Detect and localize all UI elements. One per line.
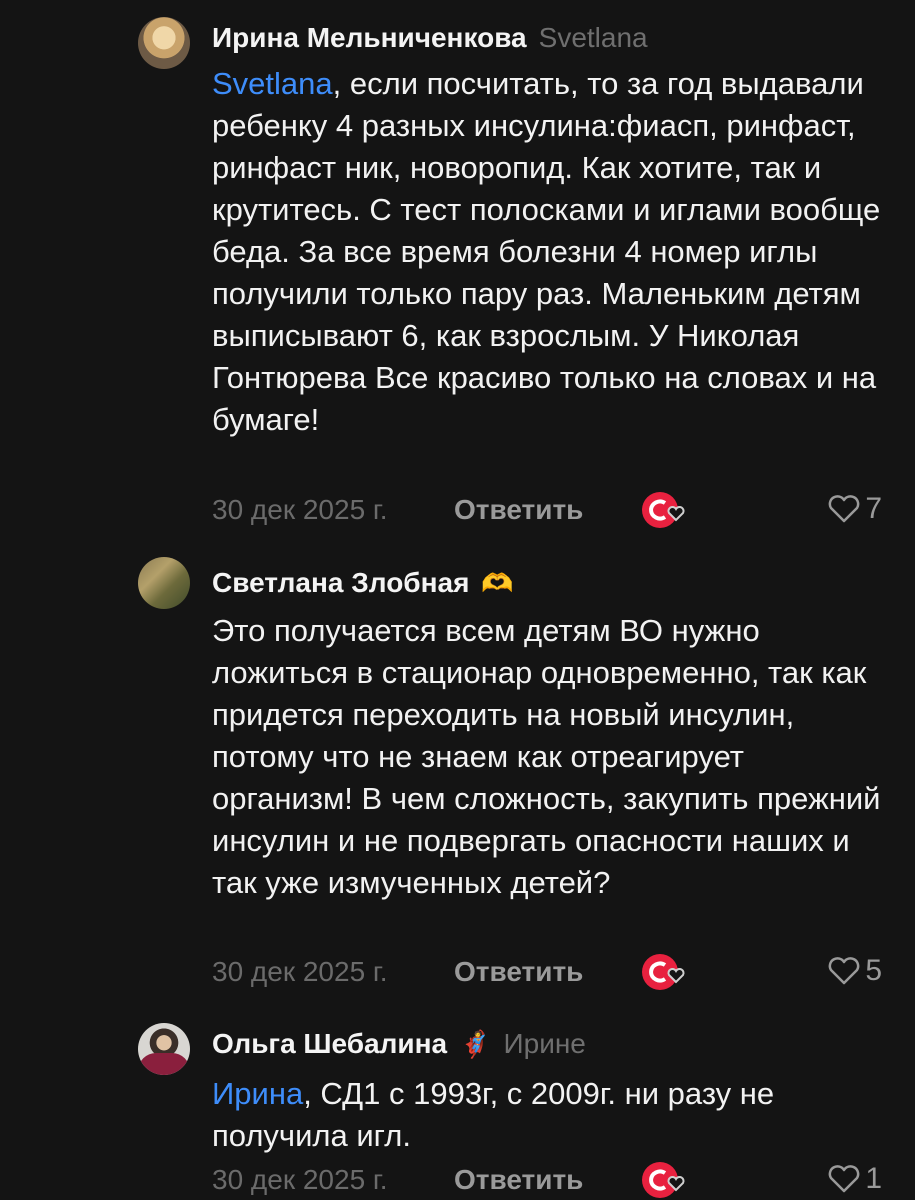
comment-meta: 30 дек 2025 г. Ответить 5 <box>212 952 892 992</box>
comment-meta: 30 дек 2025 г. Ответить 7 <box>212 490 892 530</box>
author-emoji: 🦸 <box>459 1029 492 1059</box>
comment-meta: 30 дек 2025 г. Ответить 1 <box>212 1160 892 1200</box>
reply-button[interactable]: Ответить <box>454 494 583 526</box>
reaction-badge-icon[interactable] <box>640 1160 688 1200</box>
comment-text: Svetlana, если посчитать, то за год выда… <box>212 63 892 441</box>
reaction-badge-icon[interactable] <box>640 490 688 530</box>
comment-header: Ольга Шебалина 🦸 Ирине <box>212 1026 586 1062</box>
heart-outline-icon <box>828 957 860 985</box>
reaction-badge-icon[interactable] <box>640 952 688 992</box>
reply-to-name[interactable]: Svetlana <box>539 22 648 54</box>
comment-date: 30 дек 2025 г. <box>212 1164 388 1195</box>
mention-link[interactable]: Svetlana <box>212 66 333 101</box>
heart-outline-icon <box>828 495 860 523</box>
author-emoji: 🫶 <box>481 568 514 598</box>
comment-text: Ирина, СД1 с 1993г, с 2009г. ни разу не … <box>212 1073 892 1157</box>
comment-text: Это получается всем детям ВО нужно ложит… <box>212 613 881 900</box>
comment-header: Ирина Мельниченкова Svetlana <box>212 20 648 56</box>
heart-outline-icon <box>828 1165 860 1193</box>
comment-date: 30 дек 2025 г. <box>212 494 388 525</box>
reply-button[interactable]: Ответить <box>454 1164 583 1196</box>
author-name[interactable]: Ольга Шебалина <box>212 1028 447 1060</box>
avatar[interactable] <box>138 557 190 609</box>
like-count: 5 <box>865 954 882 987</box>
comment-body: , если посчитать, то за год выдавали реб… <box>212 66 881 437</box>
avatar[interactable] <box>138 1023 190 1075</box>
reply-button[interactable]: Ответить <box>454 956 583 988</box>
comment-header: Светлана Злобная 🫶 <box>212 565 514 601</box>
author-name[interactable]: Ирина Мельниченкова <box>212 22 527 54</box>
mention-link[interactable]: Ирина <box>212 1076 303 1111</box>
like-button[interactable]: 7 <box>827 492 882 526</box>
avatar[interactable] <box>138 17 190 69</box>
like-button[interactable]: 1 <box>827 1162 882 1196</box>
like-count: 7 <box>865 492 882 525</box>
like-button[interactable]: 5 <box>827 954 882 988</box>
like-count: 1 <box>865 1162 882 1195</box>
comment-date: 30 дек 2025 г. <box>212 956 388 987</box>
reply-to-name[interactable]: Ирине <box>504 1028 586 1060</box>
author-name[interactable]: Светлана Злобная <box>212 567 469 599</box>
